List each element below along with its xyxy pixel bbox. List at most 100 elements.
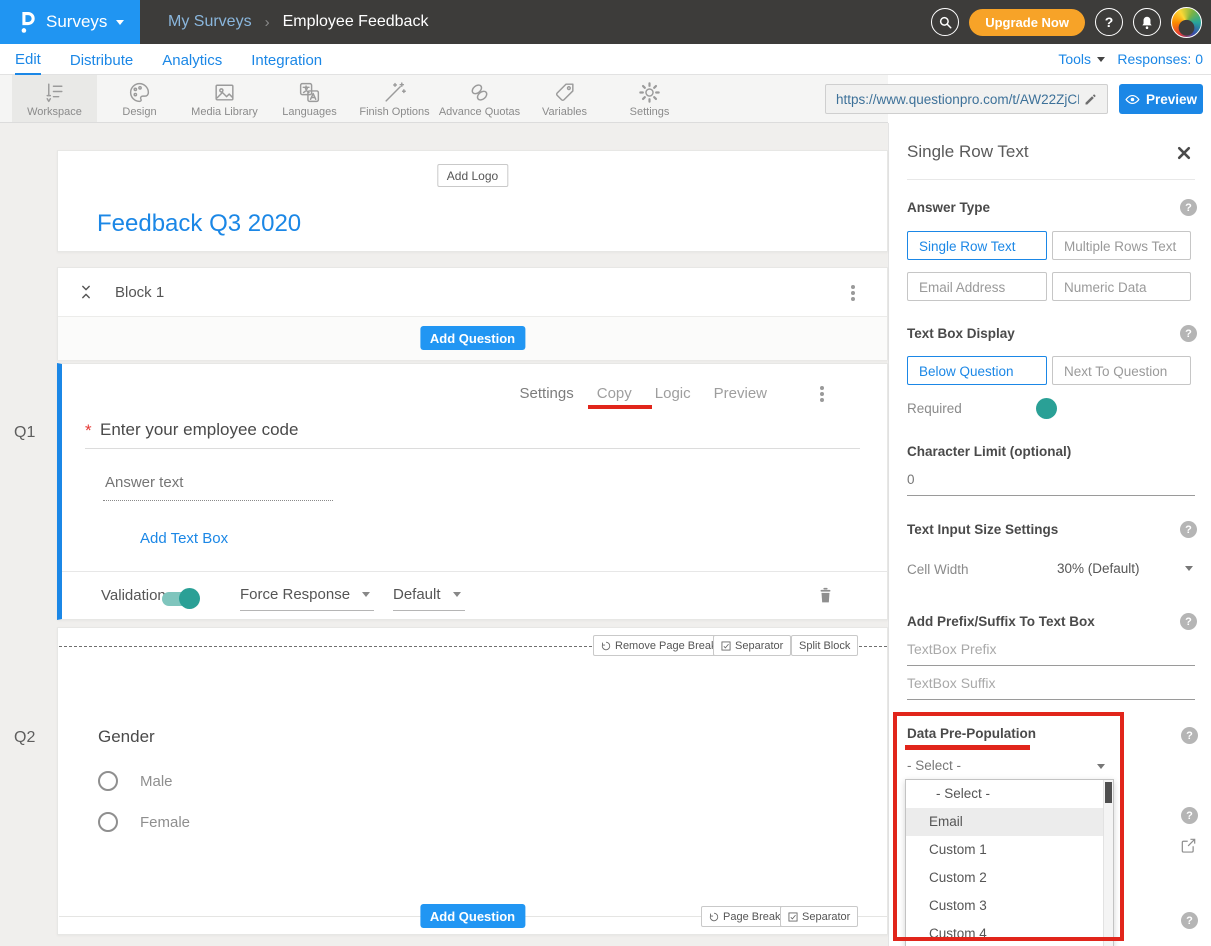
answer-type-numeric-data[interactable]: Numeric Data [1052,272,1191,301]
header-actions: Upgrade Now ? [931,0,1202,44]
toolbar-workspace[interactable]: Workspace [12,75,97,122]
radio-male[interactable] [98,771,118,791]
block-name[interactable]: Block 1 [115,284,164,301]
toolbar-variables[interactable]: Variables [522,75,607,122]
block-card: Block 1 Add Question [57,267,888,360]
edit-url-pencil-icon[interactable] [1083,92,1098,107]
survey-link-field [825,84,1108,114]
tab-analytics[interactable]: Analytics [162,44,222,74]
dropdown-option-custom2[interactable]: Custom 2 [906,864,1113,892]
textbox-prefix-input[interactable] [907,642,1195,657]
toolbar-advance-quotas[interactable]: Advance Quotas [437,75,522,122]
question-tab-copy[interactable]: Copy [597,385,632,402]
answer-type-help-icon[interactable]: ? [1180,199,1197,216]
tab-integration[interactable]: Integration [251,44,322,74]
split-block-button[interactable]: Split Block [791,635,858,656]
panel-divider [888,123,889,946]
dropdown-option-custom4[interactable]: Custom 4 [906,920,1113,946]
collapse-block-icon[interactable] [79,284,93,300]
question-tab-settings[interactable]: Settings [520,385,574,402]
text-box-display-help-icon[interactable]: ? [1180,325,1197,342]
notifications-button[interactable] [1133,8,1161,36]
dropdown-option-custom3[interactable]: Custom 3 [906,892,1113,920]
search-icon [938,15,953,30]
cell-width-value[interactable]: 30% (Default) [1057,561,1140,576]
radio-female[interactable] [98,812,118,832]
preview-button[interactable]: Preview [1119,84,1203,114]
validation-toggle[interactable] [162,592,198,606]
upgrade-now-button[interactable]: Upgrade Now [969,9,1085,36]
product-switcher[interactable]: Surveys [0,0,140,44]
default-caret-icon [453,592,461,597]
close-panel-icon[interactable] [1176,145,1192,161]
survey-section-nav: Edit Distribute Analytics Integration [0,44,1211,75]
answer-type-single-row-text[interactable]: Single Row Text [907,231,1047,260]
add-question-button[interactable]: Add Question [420,326,525,350]
external-link-icon[interactable] [1180,837,1197,854]
search-button[interactable] [931,8,959,36]
option-female-label[interactable]: Female [140,814,190,831]
add-text-box-link[interactable]: Add Text Box [140,530,228,547]
product-name: Surveys [46,12,107,32]
user-avatar[interactable] [1171,7,1202,38]
dropdown-option-select[interactable]: - Select - [906,780,1113,808]
survey-url-input[interactable] [826,92,1083,107]
delete-question-trash-icon[interactable] [818,585,833,604]
toolbar-finish-options[interactable]: Finish Options [352,75,437,122]
dropdown-option-custom1[interactable]: Custom 1 [906,836,1113,864]
dropdown-option-email[interactable]: Email [906,808,1113,836]
tools-menu[interactable]: Tools [1058,44,1105,74]
toolbar-design[interactable]: Design [97,75,182,122]
responses-count[interactable]: Responses: 0 [1117,44,1203,74]
answer-type-email-address[interactable]: Email Address [907,272,1047,301]
validation-default-dropdown[interactable]: Default [393,586,465,611]
tab-edit[interactable]: Edit [15,44,41,75]
question-tab-preview[interactable]: Preview [714,385,767,402]
toolbar-languages[interactable]: Languages [267,75,352,122]
help-button[interactable]: ? [1095,8,1123,36]
tools-label: Tools [1058,51,1091,67]
answer-text-input[interactable] [103,474,333,501]
data-pre-population-caret-icon[interactable] [1097,764,1105,769]
data-pre-population-select[interactable]: - Select - [907,758,961,773]
wand-icon [382,80,407,105]
toolbar-settings[interactable]: Settings [607,75,692,122]
question-1-text[interactable]: Enter your employee code [100,420,298,440]
breadcrumb-current-survey: Employee Feedback [283,13,429,31]
display-next-to-question[interactable]: Next To Question [1052,356,1191,385]
hidden-section-help-icon-2[interactable]: ? [1181,912,1198,929]
toolbar-media-library[interactable]: Media Library [182,75,267,122]
block-menu-dots-icon[interactable] [851,285,855,289]
page-break-button[interactable]: Page Break [701,906,788,927]
separator-button-bottom[interactable]: Separator [780,906,858,927]
option-male-label[interactable]: Male [140,773,173,790]
text-input-size-help-icon[interactable]: ? [1180,521,1197,538]
data-pre-population-help-icon[interactable]: ? [1181,727,1198,744]
textbox-prefix-field [907,641,1195,666]
block-add-question-row: Add Question [58,317,887,360]
prefix-suffix-help-icon[interactable]: ? [1180,613,1197,630]
survey-title[interactable]: Feedback Q3 2020 [97,210,301,238]
dropdown-scrollbar-thumb[interactable] [1105,782,1112,803]
force-response-dropdown[interactable]: Force Response [240,586,374,611]
answer-type-multiple-rows-text[interactable]: Multiple Rows Text [1052,231,1191,260]
dropdown-scrollbar[interactable] [1103,780,1113,946]
character-limit-input[interactable] [907,472,1195,487]
add-question-button-bottom[interactable]: Add Question [420,904,525,928]
cell-width-caret-icon[interactable] [1185,566,1193,571]
breadcrumb-my-surveys[interactable]: My Surveys [168,13,252,31]
hidden-section-help-icon[interactable]: ? [1181,807,1198,824]
textbox-suffix-field [907,675,1195,700]
questionpro-logo-icon [17,9,37,35]
textbox-suffix-input[interactable] [907,676,1195,691]
annotation-red-underline [905,745,1030,750]
remove-page-break-button[interactable]: Remove Page Break [593,635,725,656]
separator-button-top[interactable]: Separator [713,635,791,656]
add-logo-button[interactable]: Add Logo [437,164,508,187]
question-tab-logic[interactable]: Logic [655,385,691,402]
tab-distribute[interactable]: Distribute [70,44,133,74]
question-2-text[interactable]: Gender [98,727,155,747]
display-below-question[interactable]: Below Question [907,356,1047,385]
question-menu-dots-icon[interactable] [820,386,824,390]
bell-icon [1140,15,1154,30]
